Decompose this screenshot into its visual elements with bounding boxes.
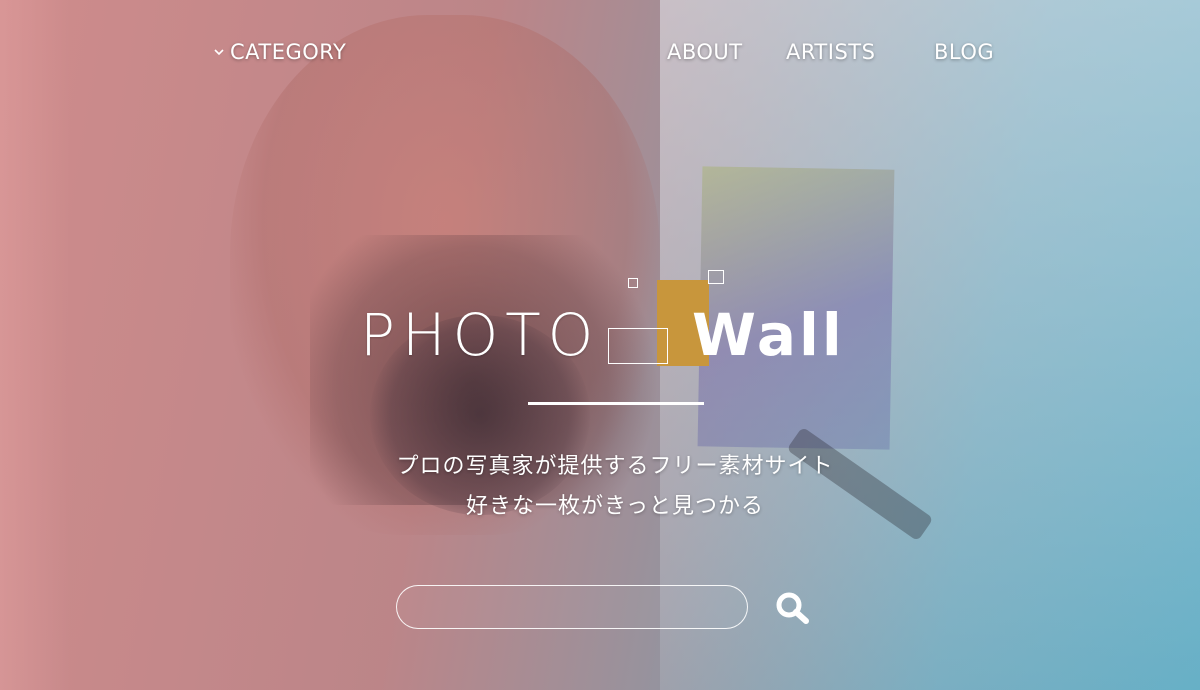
- search-input[interactable]: [396, 585, 748, 629]
- logo-text-wall: Wall: [692, 301, 845, 369]
- nav-artists[interactable]: ARTISTS: [786, 40, 875, 64]
- tagline-line-1: プロの写真家が提供するフリー素材サイト: [396, 454, 834, 479]
- search-icon: [776, 592, 809, 624]
- search-button[interactable]: [770, 588, 814, 628]
- tagline-line-2: 好きな一枚がきっと見つかる: [465, 494, 765, 519]
- nav-about[interactable]: ABOUT: [667, 40, 743, 64]
- nav-category[interactable]: CATEGORY: [214, 40, 346, 64]
- hero-section: CATEGORY ABOUT ARTISTS BLOG PHOTO Wall プ…: [0, 0, 1200, 690]
- chevron-down-icon: [214, 49, 224, 56]
- logo-decoration-square: [628, 278, 638, 288]
- logo-text-photo: PHOTO: [360, 301, 601, 369]
- site-logo[interactable]: PHOTO Wall: [360, 270, 880, 370]
- nav-blog[interactable]: BLOG: [934, 40, 994, 64]
- nav-category-label: CATEGORY: [230, 40, 347, 64]
- logo-divider: [528, 402, 704, 405]
- logo-decoration-frame: [608, 328, 668, 364]
- background-left-edge: [0, 0, 70, 690]
- logo-decoration-square: [708, 270, 724, 284]
